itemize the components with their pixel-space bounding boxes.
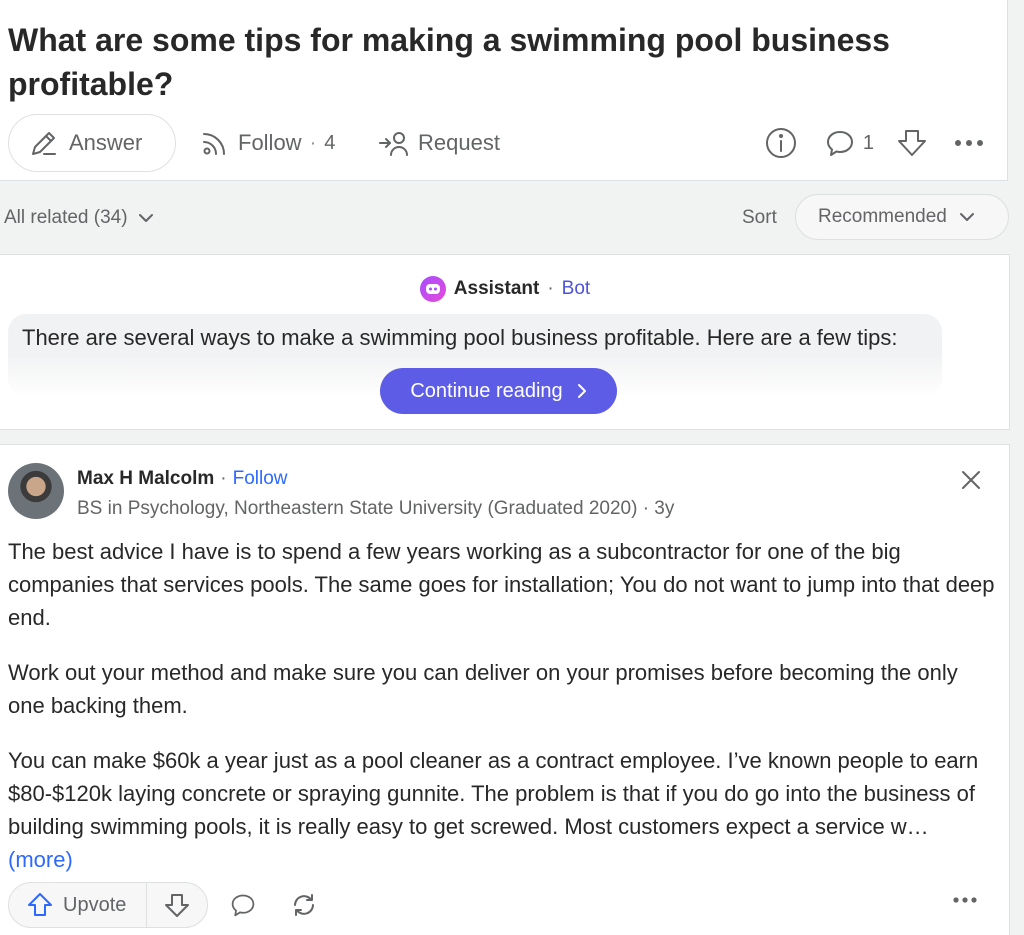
author-name[interactable]: Max H Malcolm — [77, 468, 214, 490]
bot-icon — [419, 276, 446, 302]
downvote-button[interactable] — [147, 883, 207, 927]
request-icon — [378, 128, 410, 158]
assistant-card: Assistant · Bot There are several ways t… — [0, 254, 1010, 430]
follow-count: 4 — [324, 131, 336, 154]
author-line: Max H Malcolm · Follow — [77, 468, 288, 490]
more-icon[interactable] — [952, 892, 978, 910]
upvote-button[interactable]: Upvote — [9, 883, 147, 927]
author-credential: BS in Psychology, Northeastern State Uni… — [77, 498, 675, 519]
follow-icon — [200, 128, 230, 158]
all-related-label: All related (34) — [4, 207, 128, 228]
downvote-icon — [164, 892, 190, 918]
sort-select[interactable]: Recommended — [795, 194, 1009, 240]
share-button[interactable] — [290, 892, 318, 923]
avatar[interactable] — [8, 463, 64, 519]
follow-author-link[interactable]: Follow — [233, 468, 288, 490]
comment-count: 1 — [862, 131, 874, 154]
assistant-separator: · — [547, 278, 554, 299]
continue-reading-button[interactable]: Continue reading — [380, 368, 617, 414]
answer-body: The best advice I have is to spend a few… — [8, 535, 998, 898]
answer-button[interactable]: Answer — [8, 114, 176, 172]
comment-icon — [825, 128, 855, 158]
chevron-down-icon — [138, 213, 154, 223]
answer-paragraph: You can make $60k a year just as a pool … — [8, 744, 998, 876]
upvote-label: Upvote — [63, 893, 127, 916]
follow-label: Follow — [238, 130, 302, 155]
more-icon[interactable] — [954, 138, 984, 148]
chevron-right-icon — [577, 383, 587, 399]
request-button[interactable]: Request — [378, 114, 500, 172]
vote-group: Upvote — [8, 882, 208, 928]
answer-label: Answer — [69, 130, 143, 155]
close-icon[interactable] — [960, 469, 982, 496]
answer-paragraph: The best advice I have is to spend a few… — [8, 539, 995, 630]
author-separator: · — [220, 468, 227, 489]
answer-paragraph: Work out your method and make sure you c… — [8, 660, 958, 718]
pencil-icon — [29, 128, 59, 158]
assistant-bot-label: Bot — [561, 278, 591, 299]
question-card: What are some tips for making a swimming… — [0, 0, 1008, 181]
answer-card: Max H Malcolm · Follow BS in Psychology,… — [0, 444, 1010, 935]
assistant-header: Assistant · Bot — [0, 275, 1010, 303]
assistant-name[interactable]: Assistant — [454, 278, 540, 300]
assistant-text: There are several ways to make a swimmin… — [22, 325, 898, 350]
share-icon — [290, 892, 318, 918]
sort-label: Sort — [742, 207, 777, 228]
request-label: Request — [418, 130, 500, 155]
upvote-icon — [27, 892, 53, 918]
follow-question-button[interactable]: Follow · 4 — [200, 114, 335, 172]
answer-comment-button[interactable] — [230, 892, 256, 923]
info-icon[interactable] — [765, 127, 797, 159]
question-actions: Answer Follow · 4 Request 1 — [8, 114, 998, 172]
follow-separator: · — [309, 131, 317, 154]
answer-paragraph-text: You can make $60k a year just as a pool … — [8, 748, 979, 839]
sort-bar: All related (34) Sort Recommended — [0, 193, 1010, 243]
question-right-actions: 1 — [765, 114, 998, 172]
comment-icon — [230, 892, 256, 918]
continue-reading-label: Continue reading — [410, 379, 563, 402]
downvote-question-icon[interactable] — [896, 127, 928, 159]
more-link[interactable]: (more) — [8, 847, 73, 872]
question-title[interactable]: What are some tips for making a swimming… — [8, 18, 968, 106]
comment-button[interactable]: 1 — [825, 128, 874, 158]
sort-value: Recommended — [818, 206, 947, 227]
all-related-dropdown[interactable]: All related (34) — [4, 193, 154, 243]
chevron-down-icon — [959, 212, 975, 222]
